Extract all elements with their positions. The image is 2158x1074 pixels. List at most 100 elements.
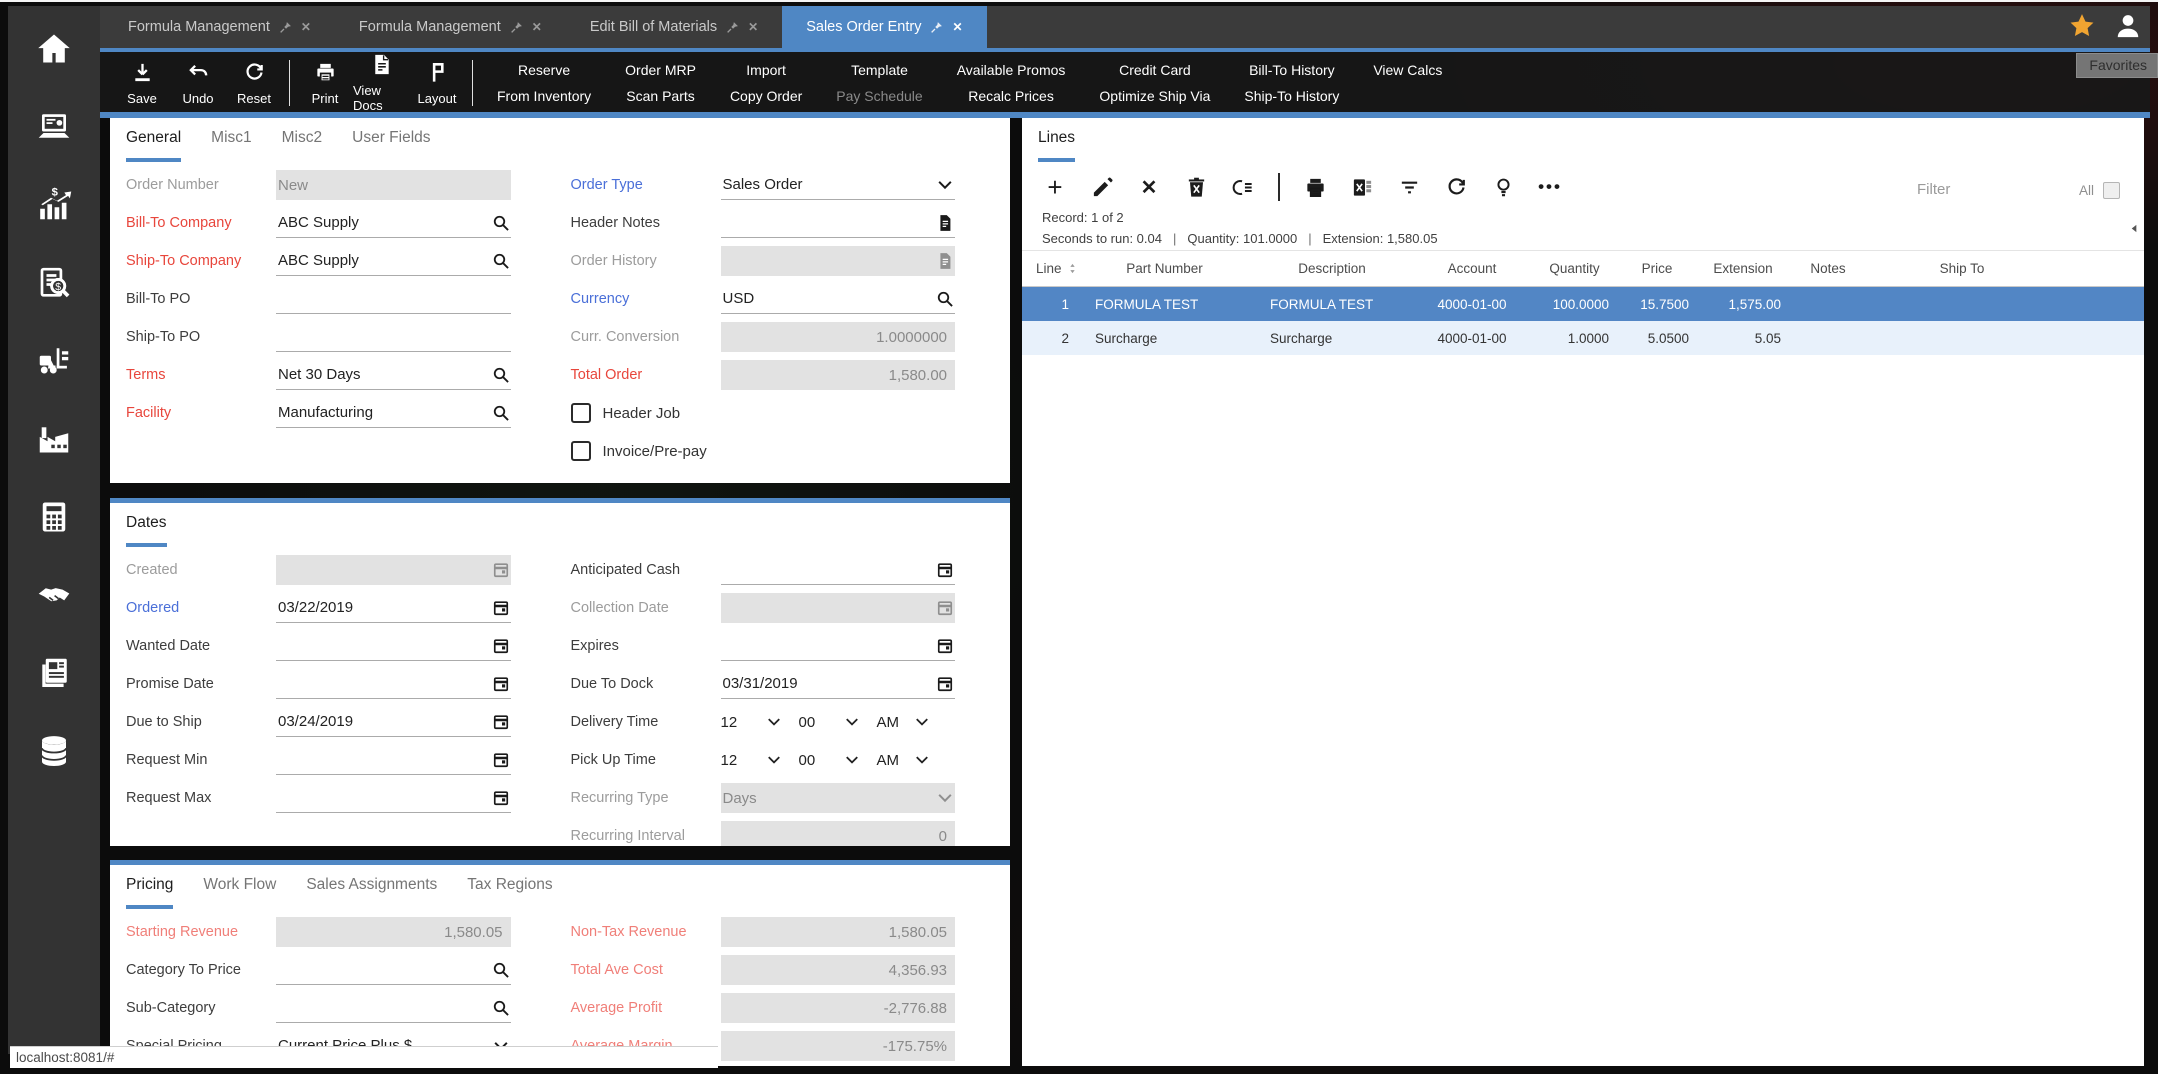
col-header-notes[interactable]: Notes bbox=[1810, 261, 1845, 276]
scan-parts-menu-item[interactable]: Scan Parts bbox=[625, 88, 696, 104]
order-type-field[interactable]: Sales Order bbox=[721, 170, 956, 200]
pick-up-time-minute-select[interactable]: 00 bbox=[799, 750, 861, 770]
invoice-pre-pay-checkbox[interactable] bbox=[571, 441, 591, 461]
database-icon[interactable] bbox=[35, 732, 73, 770]
col-header-part-number[interactable]: Part Number bbox=[1126, 261, 1203, 276]
calendar-icon[interactable] bbox=[487, 598, 511, 618]
category-to-price-field[interactable] bbox=[276, 955, 511, 985]
search-icon[interactable] bbox=[487, 213, 511, 233]
calendar-icon[interactable] bbox=[931, 636, 955, 656]
header-tab-user-fields[interactable]: User Fields bbox=[352, 129, 430, 162]
collapse-left-icon[interactable] bbox=[2129, 222, 2140, 240]
close-icon[interactable]: ✕ bbox=[952, 20, 962, 34]
add-icon[interactable]: + bbox=[1042, 174, 1068, 200]
recalc-prices-menu-item[interactable]: Recalc Prices bbox=[957, 88, 1066, 104]
anticipated-cash-field[interactable] bbox=[721, 555, 956, 585]
workstation-icon[interactable] bbox=[35, 108, 73, 146]
terms-field[interactable]: Net 30 Days bbox=[276, 360, 511, 390]
search-icon[interactable] bbox=[487, 998, 511, 1018]
window-tab-edit-bill-of-materials-2[interactable]: Edit Bill of Materials✕ bbox=[566, 6, 782, 48]
pick-up-time-meridiem-select[interactable]: AM bbox=[877, 750, 931, 770]
header-tab-misc1[interactable]: Misc1 bbox=[211, 129, 251, 162]
pin-icon[interactable] bbox=[510, 21, 523, 34]
chevron-down-icon[interactable] bbox=[843, 712, 861, 732]
search-icon[interactable] bbox=[931, 289, 955, 309]
edit-icon[interactable] bbox=[1089, 174, 1115, 200]
optimize-ship-via-menu-item[interactable]: Optimize Ship Via bbox=[1099, 88, 1210, 104]
reserve-menu-item[interactable]: Reserve bbox=[497, 62, 591, 78]
print-button[interactable]: Print bbox=[297, 61, 353, 106]
grid-row-2[interactable]: 2SurchargeSurcharge4000-01-001.00005.050… bbox=[1022, 321, 2144, 355]
col-header-description[interactable]: Description bbox=[1298, 261, 1366, 276]
star-icon[interactable] bbox=[2068, 12, 2096, 45]
search-icon[interactable] bbox=[487, 403, 511, 423]
due-to-dock-value[interactable]: 03/31/2019 bbox=[721, 675, 932, 692]
ship-to-company-value[interactable]: ABC Supply bbox=[276, 252, 487, 269]
chevron-down-icon[interactable] bbox=[843, 750, 861, 770]
pricing-tab-pricing[interactable]: Pricing bbox=[126, 876, 173, 909]
calendar-icon[interactable] bbox=[487, 788, 511, 808]
bill-to-history-menu-item[interactable]: Bill-To History bbox=[1244, 62, 1339, 78]
calendar-icon[interactable] bbox=[487, 636, 511, 656]
col-header-ship-to[interactable]: Ship To bbox=[1940, 261, 1985, 276]
ship-to-company-field[interactable]: ABC Supply bbox=[276, 246, 511, 276]
chevron-down-icon[interactable] bbox=[913, 750, 931, 770]
request-min-field[interactable] bbox=[276, 745, 511, 775]
more-icon[interactable]: ••• bbox=[1537, 174, 1563, 200]
wanted-date-field[interactable] bbox=[276, 631, 511, 661]
reports-icon[interactable] bbox=[35, 654, 73, 692]
template-menu-item[interactable]: Template bbox=[836, 62, 922, 78]
chevron-down-icon[interactable] bbox=[913, 712, 931, 732]
bill-to-company-field[interactable]: ABC Supply bbox=[276, 208, 511, 238]
request-max-field[interactable] bbox=[276, 783, 511, 813]
grid-row-1[interactable]: 1FORMULA TESTFORMULA TEST4000-01-00100.0… bbox=[1022, 287, 2144, 321]
header-tab-general[interactable]: General bbox=[126, 129, 181, 162]
pin-icon[interactable] bbox=[930, 21, 943, 34]
due-to-ship-value[interactable]: 03/24/2019 bbox=[276, 713, 487, 730]
calendar-icon[interactable] bbox=[487, 712, 511, 732]
available-promos-menu-item[interactable]: Available Promos bbox=[957, 62, 1066, 78]
home-icon[interactable] bbox=[35, 30, 73, 68]
delivery-time-minute-select[interactable]: 00 bbox=[799, 712, 861, 732]
copy-order-menu-item[interactable]: Copy Order bbox=[730, 88, 802, 104]
calendar-icon[interactable] bbox=[487, 674, 511, 694]
sales-chart-icon[interactable]: $ bbox=[35, 186, 73, 224]
header-notes-field[interactable] bbox=[721, 208, 956, 238]
header-job-checkbox[interactable] bbox=[571, 403, 591, 423]
delivery-time-field[interactable]: 1200AM bbox=[721, 707, 956, 737]
view-docs-button[interactable]: View Docs bbox=[353, 53, 409, 113]
calendar-icon[interactable] bbox=[487, 750, 511, 770]
forklift-icon[interactable] bbox=[35, 342, 73, 380]
ship-to-po-field[interactable] bbox=[276, 322, 511, 352]
from-inventory-menu-item[interactable]: From Inventory bbox=[497, 88, 591, 104]
reset-button[interactable]: Reset bbox=[226, 61, 282, 106]
col-header-extension[interactable]: Extension bbox=[1713, 261, 1772, 276]
header-tab-misc2[interactable]: Misc2 bbox=[282, 129, 322, 162]
search-icon[interactable] bbox=[487, 960, 511, 980]
delete-icon[interactable] bbox=[1183, 174, 1209, 200]
bill-to-company-value[interactable]: ABC Supply bbox=[276, 214, 487, 231]
pick-up-time-field[interactable]: 12 00 AM bbox=[721, 745, 956, 775]
filter-icon[interactable] bbox=[1396, 174, 1422, 200]
sort-icon[interactable] bbox=[1066, 262, 1079, 275]
excel-export-icon[interactable] bbox=[1349, 174, 1375, 200]
handshake-icon[interactable] bbox=[35, 576, 73, 614]
search-icon[interactable] bbox=[487, 365, 511, 385]
pin-icon[interactable] bbox=[279, 21, 292, 34]
window-tab-formula-management-1[interactable]: Formula Management✕ bbox=[335, 6, 566, 48]
ordered-value[interactable]: 03/22/2019 bbox=[276, 599, 487, 616]
detail-list-icon[interactable] bbox=[1230, 174, 1256, 200]
ship-to-history-menu-item[interactable]: Ship-To History bbox=[1244, 88, 1339, 104]
factory-icon[interactable] bbox=[35, 420, 73, 458]
order-lookup-icon[interactable]: $ bbox=[35, 264, 73, 302]
user-icon[interactable] bbox=[2114, 12, 2142, 45]
terms-value[interactable]: Net 30 Days bbox=[276, 366, 487, 383]
credit-card-menu-item[interactable]: Credit Card bbox=[1099, 62, 1210, 78]
order-type-value[interactable]: Sales Order bbox=[721, 176, 932, 193]
pick-up-time-hour-select[interactable]: 12 bbox=[721, 750, 783, 770]
calculator-icon[interactable] bbox=[35, 498, 73, 536]
currency-value[interactable]: USD bbox=[721, 290, 932, 307]
sub-category-field[interactable] bbox=[276, 993, 511, 1023]
promise-date-field[interactable] bbox=[276, 669, 511, 699]
facility-value[interactable]: Manufacturing bbox=[276, 404, 487, 421]
